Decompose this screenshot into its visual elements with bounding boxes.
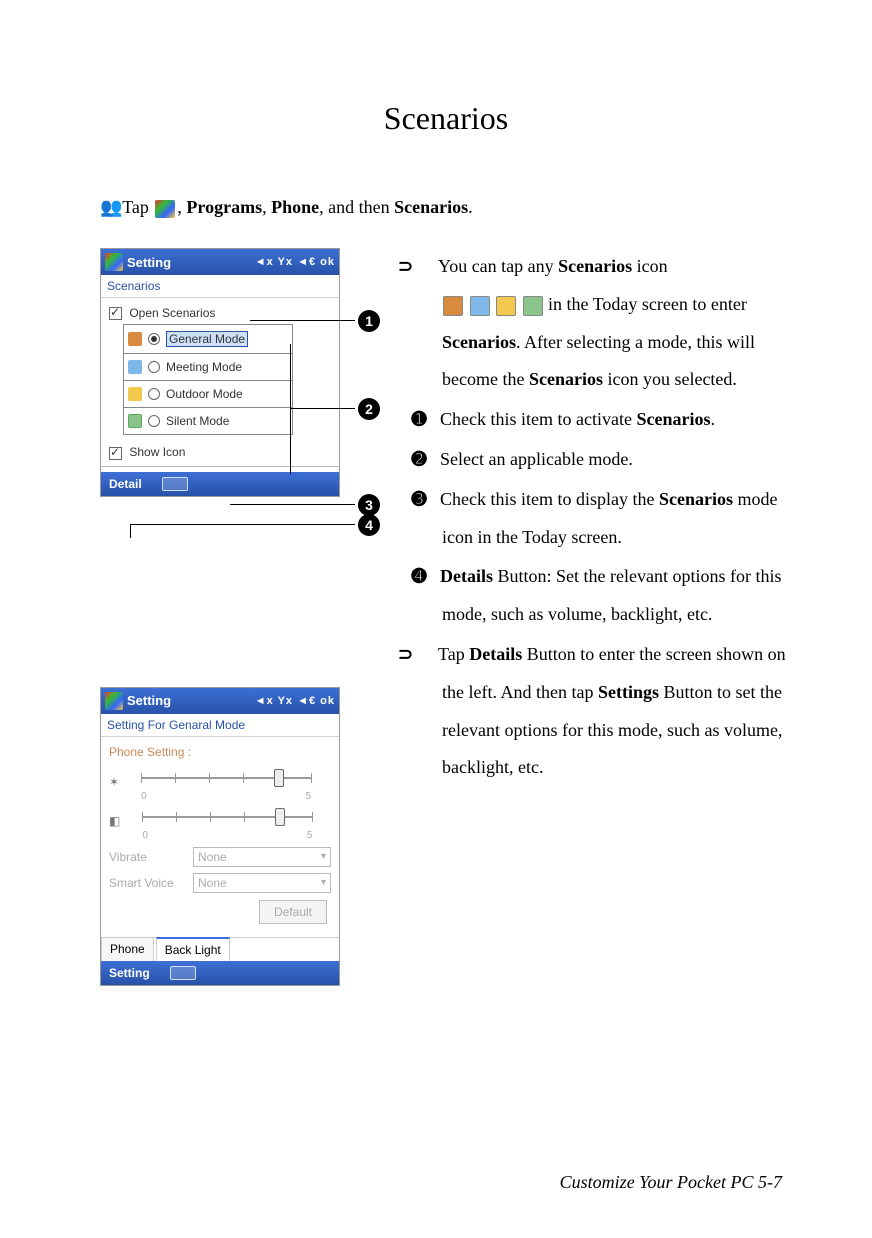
- keyboard-icon[interactable]: [170, 966, 196, 980]
- setting-button[interactable]: Setting: [109, 966, 150, 980]
- callout-2: 2: [358, 398, 380, 420]
- show-icon-checkbox[interactable]: [109, 447, 122, 460]
- open-scenarios-row[interactable]: Open Scenarios: [109, 306, 331, 320]
- titlebar-tray: ◄x Yx ◄€ ok: [255, 256, 335, 268]
- general-mode-icon: [443, 296, 463, 316]
- nav-instruction: 👥 Tap , Programs, Phone, and then Scenar…: [100, 197, 792, 218]
- general-radio[interactable]: [148, 333, 160, 345]
- vibrate-row: Vibrate None▾: [109, 847, 331, 867]
- note-icon: ⊃: [420, 636, 438, 674]
- smart-voice-combo[interactable]: None▾: [193, 873, 331, 893]
- mode-general[interactable]: General Mode: [124, 324, 292, 353]
- scenarios-settings-screenshot: Setting ◄x Yx ◄€ ok Scenarios Open Scena…: [100, 248, 340, 497]
- bullet-2-icon: ➋: [420, 441, 440, 479]
- start-flag-icon: [105, 253, 123, 271]
- default-button[interactable]: Default: [259, 900, 327, 924]
- callout-1: 1: [358, 310, 380, 332]
- chevron-down-icon: ▾: [321, 877, 326, 888]
- screen-caption: Setting For Genaral Mode: [101, 714, 339, 737]
- show-icon-row[interactable]: Show Icon: [109, 445, 331, 459]
- page-title: Scenarios: [100, 100, 792, 137]
- titlebar-text: Setting: [127, 255, 171, 270]
- speaker-icon: ◧: [109, 814, 120, 828]
- tab-backlight[interactable]: Back Light: [156, 937, 230, 961]
- titlebar-tray: ◄x Yx ◄€ ok: [255, 695, 335, 707]
- start-flag-icon: [105, 692, 123, 710]
- device-titlebar: Setting ◄x Yx ◄€ ok: [101, 249, 339, 275]
- keyboard-icon[interactable]: [162, 477, 188, 491]
- start-flag-icon: [155, 200, 175, 218]
- titlebar-text: Setting: [127, 693, 171, 708]
- bullet-4-icon: ➍: [420, 558, 440, 596]
- general-mode-icon: [128, 332, 142, 346]
- bullet-3-icon: ➌: [420, 481, 440, 519]
- phone-setting-label: Phone Setting :: [109, 745, 331, 759]
- device-titlebar: Setting ◄x Yx ◄€ ok: [101, 688, 339, 714]
- speaker-slider[interactable]: [142, 806, 312, 828]
- outdoor-radio[interactable]: [148, 388, 160, 400]
- silent-radio[interactable]: [148, 415, 160, 427]
- mode-meeting[interactable]: Meeting Mode: [124, 353, 292, 380]
- outdoor-mode-icon: [128, 387, 142, 401]
- device-bottom-bar: Detail: [101, 472, 339, 496]
- ring-icon: ✶: [109, 775, 119, 789]
- meeting-mode-icon: [128, 360, 142, 374]
- tab-phone[interactable]: Phone: [101, 937, 154, 961]
- chevron-down-icon: ▾: [321, 851, 326, 862]
- vibrate-combo[interactable]: None▾: [193, 847, 331, 867]
- detail-button[interactable]: Detail: [109, 477, 142, 491]
- silent-mode-icon: [128, 414, 142, 428]
- meeting-mode-icon: [470, 296, 490, 316]
- device-bottom-bar: Setting: [101, 961, 339, 985]
- open-scenarios-checkbox[interactable]: [109, 307, 122, 320]
- detail-settings-screenshot: Setting ◄x Yx ◄€ ok Setting For Genaral …: [100, 687, 340, 986]
- note-icon: ⊃: [420, 248, 438, 286]
- callout-3: 3: [358, 494, 380, 516]
- callout-4: 4: [358, 514, 380, 536]
- mode-silent[interactable]: Silent Mode: [124, 407, 292, 434]
- mode-list: General Mode Meeting Mode Outdoor Mode: [123, 324, 293, 435]
- meeting-radio[interactable]: [148, 361, 160, 373]
- description-column: ⊃You can tap any Scenarios icon in the T…: [420, 248, 792, 789]
- tab-strip: Phone Back Light: [101, 937, 339, 961]
- page-footer: Customize Your Pocket PC 5-7: [560, 1172, 782, 1193]
- mode-outdoor[interactable]: Outdoor Mode: [124, 380, 292, 407]
- screen-caption: Scenarios: [101, 275, 339, 298]
- people-icon: 👥: [100, 197, 118, 218]
- smart-voice-row: Smart Voice None▾: [109, 873, 331, 893]
- bullet-1-icon: ➊: [420, 401, 440, 439]
- ring-slider[interactable]: [141, 767, 311, 789]
- silent-mode-icon: [523, 296, 543, 316]
- outdoor-mode-icon: [496, 296, 516, 316]
